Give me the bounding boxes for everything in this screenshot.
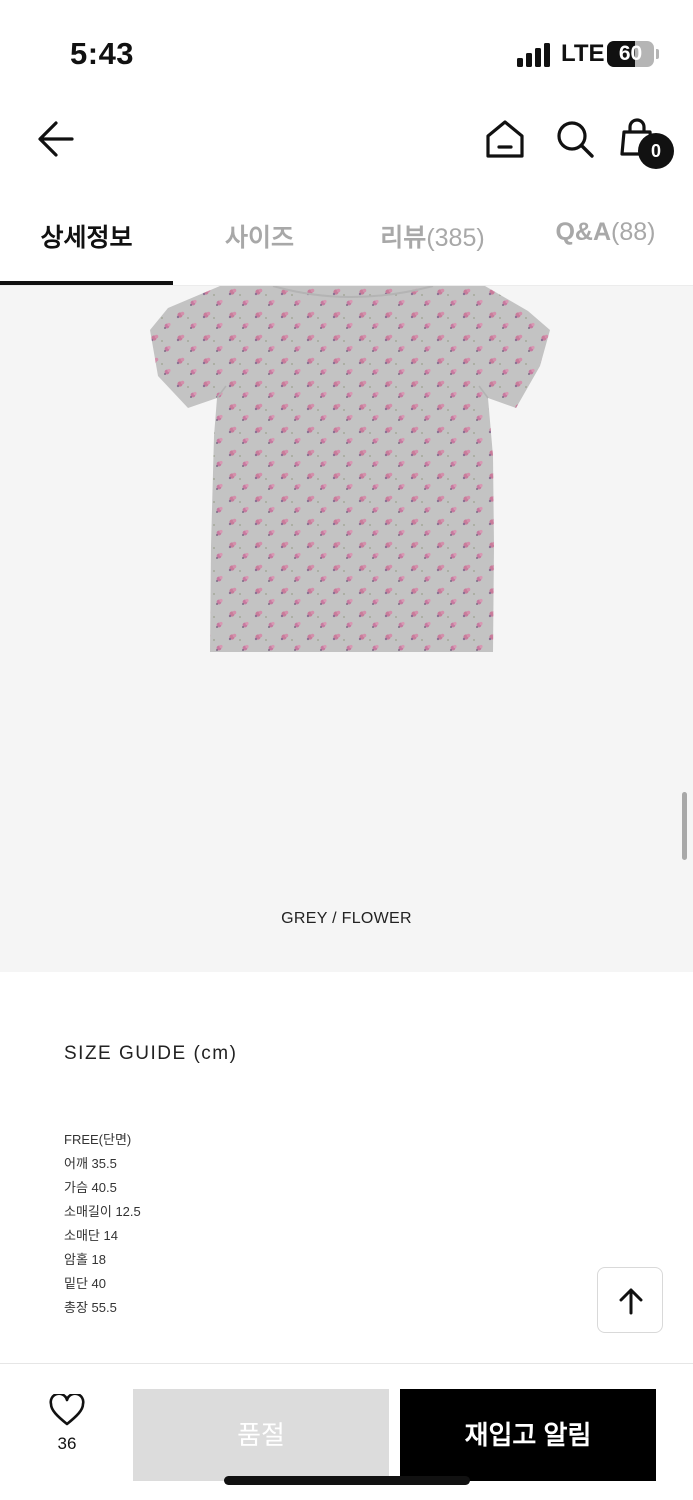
home-icon[interactable] bbox=[484, 118, 526, 160]
size-guide-row: 암홀 18 bbox=[64, 1252, 106, 1267]
battery-icon: 60 bbox=[607, 41, 654, 67]
sold-out-button[interactable]: 품절 bbox=[133, 1389, 389, 1481]
heart-icon bbox=[49, 1394, 85, 1426]
size-guide-title: SIZE GUIDE (cm) bbox=[64, 1043, 238, 1064]
network-label: LTE bbox=[561, 40, 605, 67]
tab-details[interactable]: 상세정보 bbox=[0, 186, 173, 285]
size-guide-list: FREE(단면) 어깨 35.5 가슴 40.5 소매길이 12.5 소매단 1… bbox=[64, 1128, 141, 1320]
size-guide-row: 어깨 35.5 bbox=[64, 1156, 117, 1171]
detail-tabs: 상세정보 사이즈 리뷰(385) Q&A(88) bbox=[0, 186, 693, 286]
restock-alert-button[interactable]: 재입고 알림 bbox=[400, 1389, 656, 1481]
tab-label: 상세정보 bbox=[40, 224, 133, 252]
search-icon[interactable] bbox=[554, 118, 596, 160]
tab-size[interactable]: 사이즈 bbox=[173, 186, 346, 285]
size-guide-row: 소매길이 12.5 bbox=[64, 1204, 141, 1219]
top-navigation: 0 bbox=[0, 100, 693, 186]
tab-count: (88) bbox=[611, 218, 656, 246]
wishlist-button[interactable]: 36 bbox=[38, 1394, 96, 1464]
scrollbar[interactable] bbox=[682, 792, 687, 860]
tab-count: (385) bbox=[426, 224, 485, 252]
size-guide-row: 가슴 40.5 bbox=[64, 1180, 117, 1195]
scroll-to-top-button[interactable] bbox=[597, 1267, 663, 1333]
battery-tip bbox=[656, 49, 659, 59]
wishlist-count: 36 bbox=[57, 1434, 77, 1453]
tab-label: 사이즈 bbox=[224, 224, 294, 252]
status-bar: 5:43 LTE 60 bbox=[0, 0, 693, 100]
product-color-caption: GREY / FLOWER bbox=[281, 910, 412, 927]
tab-qna[interactable]: Q&A(88) bbox=[519, 186, 692, 285]
status-time: 5:43 bbox=[70, 36, 135, 71]
product-image bbox=[150, 286, 550, 652]
home-indicator bbox=[224, 1476, 470, 1485]
battery-percent: 60 bbox=[618, 42, 643, 65]
size-guide-row: 총장 55.5 bbox=[64, 1300, 117, 1315]
tab-reviews[interactable]: 리뷰(385) bbox=[346, 186, 519, 285]
cart-count-badge[interactable]: 0 bbox=[638, 133, 674, 169]
size-guide-row: FREE(단면) bbox=[64, 1132, 132, 1147]
back-arrow-icon[interactable] bbox=[32, 117, 80, 161]
size-guide-row: 소매단 14 bbox=[64, 1228, 118, 1243]
signal-strength-icon bbox=[517, 43, 553, 67]
product-image-area: GREY / FLOWER bbox=[0, 286, 693, 972]
tab-label: 리뷰 bbox=[380, 224, 427, 252]
tab-label: Q&A bbox=[555, 218, 612, 246]
arrow-up-icon bbox=[619, 1288, 643, 1315]
size-guide-row: 밑단 40 bbox=[64, 1276, 106, 1291]
